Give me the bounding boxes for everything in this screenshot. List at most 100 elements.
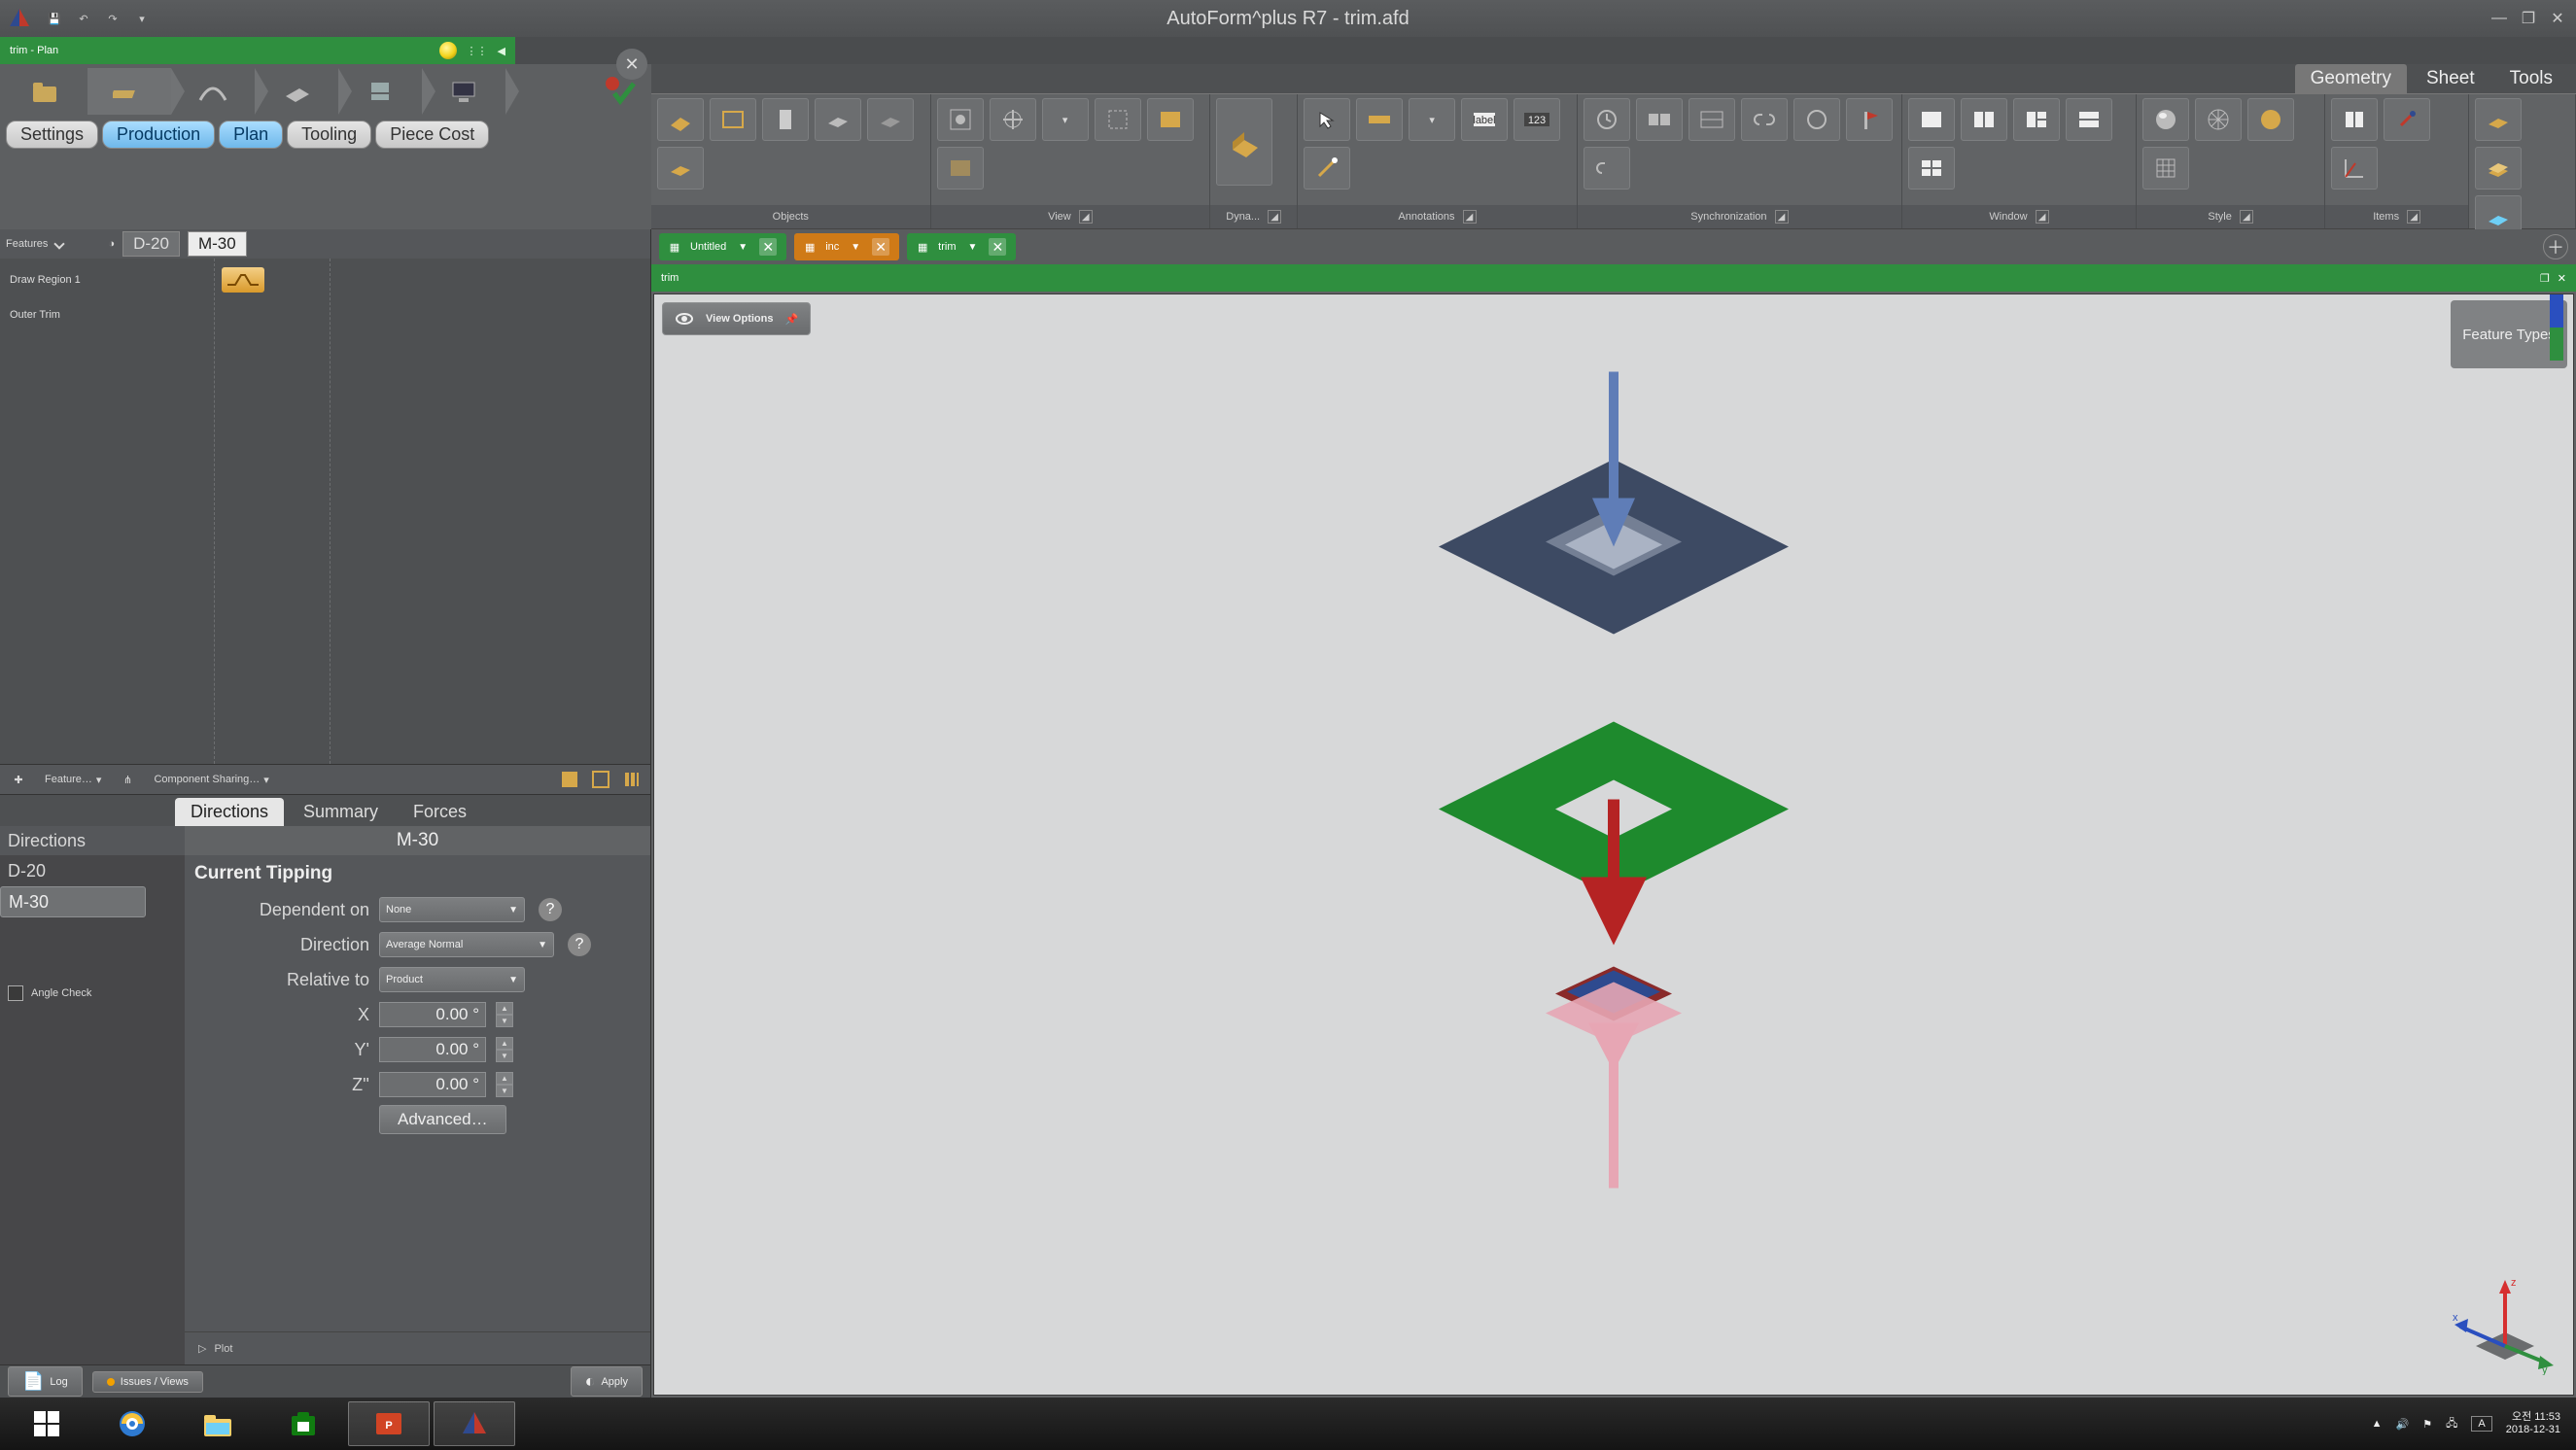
view-options-button[interactable]: View Options 📌 bbox=[662, 302, 811, 335]
axis-triad[interactable]: z x y bbox=[2447, 1268, 2554, 1375]
x-spinner[interactable]: ▲▼ bbox=[496, 1002, 513, 1027]
collapse-icon[interactable]: ◀ bbox=[498, 45, 505, 57]
ribbon-tab-tools[interactable]: Tools bbox=[2494, 64, 2568, 93]
z-spinner[interactable]: ▲▼ bbox=[496, 1072, 513, 1097]
tool-icon-c[interactable] bbox=[619, 767, 644, 792]
win-5-icon[interactable] bbox=[1908, 147, 1955, 190]
subtab-plan[interactable]: Plan bbox=[219, 121, 283, 149]
view-icon-3[interactable]: ▾ bbox=[1042, 98, 1089, 141]
items-expand-icon[interactable]: ◢ bbox=[2407, 210, 2420, 224]
view-icon-6[interactable] bbox=[937, 147, 984, 190]
subtab-piece-cost[interactable]: Piece Cost bbox=[375, 121, 489, 149]
annot-ruler-icon[interactable] bbox=[1356, 98, 1403, 141]
proptab-directions[interactable]: Directions bbox=[175, 798, 284, 826]
tray-up-icon[interactable]: ▲ bbox=[2372, 1418, 2383, 1430]
save-icon[interactable]: 💾 bbox=[43, 7, 66, 30]
vtab-untitled[interactable]: ▦ Untitled ▼ ✕ bbox=[659, 233, 786, 260]
add-viewport-tab[interactable]: ＋ bbox=[2543, 234, 2568, 259]
viewport-3d[interactable]: View Options 📌 ⚑ Feature Types bbox=[653, 293, 2574, 1396]
component-sharing-menu[interactable]: Component Sharing… ▾ bbox=[146, 772, 276, 788]
tool-icon-a[interactable] bbox=[557, 767, 582, 792]
process-step-sheet[interactable] bbox=[255, 68, 338, 115]
issues-button[interactable]: Issues / Views bbox=[92, 1371, 203, 1393]
annot-123-icon[interactable]: 123 bbox=[1514, 98, 1560, 141]
start-button[interactable] bbox=[6, 1401, 87, 1446]
sync-icon-5[interactable] bbox=[1793, 98, 1840, 141]
vtab-inc[interactable]: ▦ inc ▼ ✕ bbox=[794, 233, 899, 260]
prop-left-d20[interactable]: D-20 bbox=[0, 855, 185, 886]
style-sphere2-icon[interactable] bbox=[2247, 98, 2294, 141]
ribbon-tab-sheet[interactable]: Sheet bbox=[2411, 64, 2490, 93]
add-feature-icon[interactable]: ✚ bbox=[6, 767, 31, 792]
sync-icon-3[interactable] bbox=[1688, 98, 1735, 141]
dyna-icon[interactable] bbox=[1216, 98, 1272, 186]
advanced-button[interactable]: Advanced… bbox=[379, 1105, 506, 1134]
qat-dropdown-icon[interactable]: ▾ bbox=[130, 7, 154, 30]
win-1-icon[interactable] bbox=[1908, 98, 1955, 141]
objects-icon-3[interactable] bbox=[762, 98, 809, 141]
view-icon-1[interactable] bbox=[937, 98, 984, 141]
taskbar-powerpoint[interactable]: P bbox=[348, 1401, 430, 1446]
lightbulb-icon[interactable] bbox=[439, 42, 457, 59]
proptab-forces[interactable]: Forces bbox=[398, 798, 482, 826]
view-icon-5[interactable] bbox=[1147, 98, 1194, 141]
vtab-drop-icon[interactable]: ▼ bbox=[964, 242, 982, 253]
features-toggle-icon[interactable]: ◑ bbox=[108, 238, 115, 250]
annot-expand-icon[interactable]: ◢ bbox=[1463, 210, 1477, 224]
z-input[interactable]: 0.00 ° bbox=[379, 1072, 486, 1097]
sync-link-icon[interactable] bbox=[1741, 98, 1788, 141]
dependent-on-select[interactable]: None▼ bbox=[379, 897, 525, 922]
sync-flag-icon[interactable] bbox=[1846, 98, 1893, 141]
annot-cursor-icon[interactable] bbox=[1304, 98, 1350, 141]
close-ribbon-button[interactable]: ✕ bbox=[616, 49, 647, 80]
view-icon-4[interactable] bbox=[1095, 98, 1141, 141]
process-step-open[interactable] bbox=[4, 68, 87, 115]
apply-button[interactable]: ◐ Apply bbox=[571, 1366, 643, 1397]
features-dropdown-icon[interactable] bbox=[54, 238, 65, 249]
legend-pin-icon[interactable]: ⚑ bbox=[2456, 306, 2561, 323]
win-2-icon[interactable] bbox=[1961, 98, 2007, 141]
pin-icon[interactable]: 📌 bbox=[784, 313, 798, 326]
direction-select[interactable]: Average Normal▼ bbox=[379, 932, 554, 957]
vtab-close-icon[interactable]: ✕ bbox=[872, 238, 889, 256]
tray-ime-icon[interactable]: A bbox=[2471, 1416, 2491, 1432]
taskbar-clock[interactable]: 오전 11:53 2018-12-31 bbox=[2506, 1411, 2560, 1435]
vtab-drop-icon[interactable]: ▼ bbox=[734, 242, 751, 253]
plot-expand-icon[interactable]: ▷ bbox=[198, 1342, 206, 1355]
objects-icon-4[interactable] bbox=[815, 98, 861, 141]
style-expand-icon[interactable]: ◢ bbox=[2240, 210, 2253, 224]
view-icon-2[interactable] bbox=[990, 98, 1036, 141]
ana-icon-1[interactable] bbox=[2475, 98, 2522, 141]
y-input[interactable]: 0.00 ° bbox=[379, 1037, 486, 1062]
style-wire-icon[interactable] bbox=[2195, 98, 2242, 141]
subtab-settings[interactable]: Settings bbox=[6, 121, 98, 149]
maximize-button[interactable]: ❐ bbox=[2516, 6, 2541, 31]
relative-to-select[interactable]: Product▼ bbox=[379, 967, 525, 992]
process-step-stamp[interactable] bbox=[338, 68, 422, 115]
close-button[interactable]: ✕ bbox=[2545, 6, 2570, 31]
split-icon[interactable]: ⋮⋮ bbox=[467, 45, 488, 57]
taskbar-autoform[interactable] bbox=[434, 1401, 515, 1446]
annot-wand-icon[interactable] bbox=[1304, 147, 1350, 190]
dyna-expand-icon[interactable]: ◢ bbox=[1268, 210, 1281, 224]
items-axis-icon[interactable] bbox=[2331, 147, 2378, 190]
tool-icon-b[interactable] bbox=[588, 767, 613, 792]
sync-unlink-icon[interactable] bbox=[1584, 147, 1630, 190]
feature-menu[interactable]: Feature… ▾ bbox=[37, 772, 109, 788]
sync-expand-icon[interactable]: ◢ bbox=[1775, 210, 1789, 224]
proptab-summary[interactable]: Summary bbox=[288, 798, 394, 826]
redo-icon[interactable]: ↷ bbox=[101, 7, 124, 30]
sharing-icon[interactable]: ⋔ bbox=[115, 767, 140, 792]
stage-d20[interactable]: D-20 bbox=[122, 231, 180, 257]
undo-icon[interactable]: ↶ bbox=[72, 7, 95, 30]
vtab-close-icon[interactable]: ✕ bbox=[989, 238, 1006, 256]
angle-check-row[interactable]: Angle Check bbox=[0, 985, 185, 1001]
tray-network-icon[interactable]: 🖧 bbox=[2446, 1415, 2457, 1433]
objects-icon-2[interactable] bbox=[710, 98, 756, 141]
taskbar-explorer[interactable] bbox=[177, 1401, 259, 1446]
vtab-trim[interactable]: ▦ trim ▼ ✕ bbox=[907, 233, 1016, 260]
viewport-close-icon[interactable]: ✕ bbox=[2558, 272, 2566, 285]
taskbar-store[interactable] bbox=[262, 1401, 344, 1446]
document-tab[interactable]: trim - Plan ⋮⋮ ◀ bbox=[0, 37, 515, 64]
process-step-part[interactable] bbox=[87, 68, 171, 115]
